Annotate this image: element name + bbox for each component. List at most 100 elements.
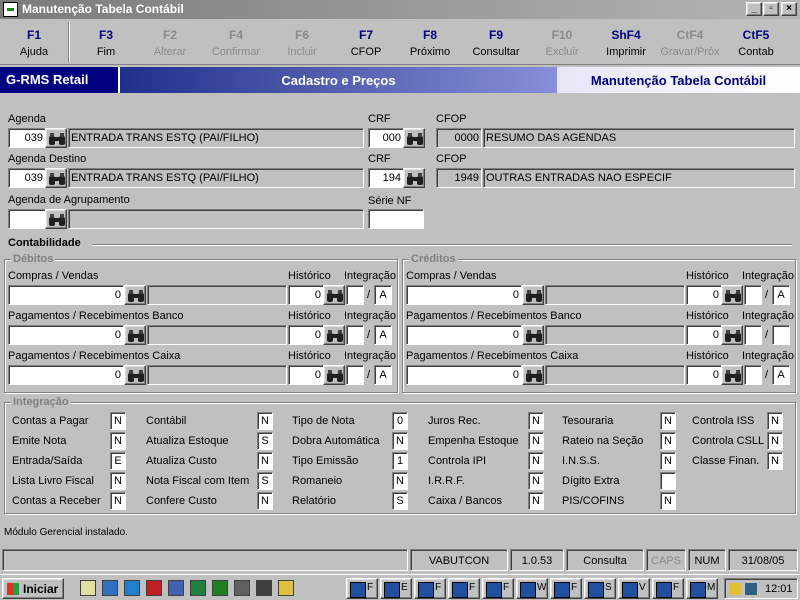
crf2-search-button[interactable] bbox=[403, 168, 425, 188]
debitos-integracao-field[interactable]: A bbox=[374, 285, 392, 305]
debitos-account-search-button[interactable] bbox=[124, 325, 146, 345]
package-icon[interactable] bbox=[168, 580, 184, 596]
integracao-item-field[interactable]: N bbox=[660, 412, 676, 430]
debitos-integracao-field[interactable]: A bbox=[374, 365, 392, 385]
search-icon[interactable] bbox=[102, 580, 118, 596]
folder-icon[interactable] bbox=[278, 580, 294, 596]
taskbar-window-button[interactable]: E bbox=[380, 578, 412, 599]
taskbar-window-button[interactable]: V bbox=[618, 578, 650, 599]
debitos-historico-search-button[interactable] bbox=[323, 285, 345, 305]
integracao-item-field[interactable]: N bbox=[392, 432, 408, 450]
integracao-item-field[interactable]: N bbox=[257, 492, 273, 510]
creditos-historico-field[interactable]: 0 bbox=[686, 325, 722, 345]
fkey-f6-button[interactable]: F6 Incluir bbox=[268, 20, 336, 64]
creditos-integracao-blank[interactable] bbox=[744, 365, 762, 385]
desktop-icon[interactable] bbox=[80, 580, 96, 596]
integracao-item-field[interactable]: N bbox=[392, 472, 408, 490]
app-icon[interactable] bbox=[212, 580, 228, 596]
integracao-item-field[interactable]: 1 bbox=[392, 452, 408, 470]
fkey-f9-button[interactable]: F9 Consultar bbox=[462, 20, 530, 64]
debitos-historico-field[interactable]: 0 bbox=[288, 325, 324, 345]
integracao-item-field[interactable]: N bbox=[110, 492, 126, 510]
debitos-integracao-blank[interactable] bbox=[346, 325, 364, 345]
creditos-historico-field[interactable]: 0 bbox=[686, 285, 722, 305]
creditos-integracao-blank[interactable] bbox=[744, 325, 762, 345]
crf2-field[interactable]: 194 bbox=[368, 168, 404, 188]
agenda-agrup-code-field[interactable] bbox=[8, 209, 46, 229]
debitos-historico-search-button[interactable] bbox=[323, 365, 345, 385]
taskbar-window-button[interactable]: F bbox=[652, 578, 684, 599]
agenda-agrup-search-button[interactable] bbox=[45, 209, 67, 229]
integracao-item-field[interactable]: N bbox=[528, 492, 544, 510]
integracao-item-field[interactable]: N bbox=[660, 492, 676, 510]
integracao-item-field[interactable]: N bbox=[257, 412, 273, 430]
fkey-ctf4-button[interactable]: CtF4 Gravar/Próx bbox=[656, 20, 724, 64]
integracao-item-field[interactable]: N bbox=[767, 432, 783, 450]
debitos-historico-field[interactable]: 0 bbox=[288, 365, 324, 385]
integracao-item-field[interactable]: 0 bbox=[392, 412, 408, 430]
integracao-item-field[interactable]: N bbox=[110, 412, 126, 430]
fkey-ctf5-button[interactable]: CtF5 Contab bbox=[722, 20, 790, 64]
creditos-integracao-field[interactable]: A bbox=[772, 285, 790, 305]
debitos-integracao-blank[interactable] bbox=[346, 365, 364, 385]
creditos-account-search-button[interactable] bbox=[522, 365, 544, 385]
start-button[interactable]: Iniciar bbox=[2, 578, 64, 599]
integracao-item-field[interactable]: S bbox=[257, 472, 273, 490]
taskbar-window-button[interactable]: F bbox=[346, 578, 378, 599]
integracao-item-field[interactable]: N bbox=[528, 432, 544, 450]
debitos-historico-search-button[interactable] bbox=[323, 325, 345, 345]
excel-icon[interactable] bbox=[190, 580, 206, 596]
creditos-historico-search-button[interactable] bbox=[721, 365, 743, 385]
creditos-account-field[interactable]: 0 bbox=[406, 285, 522, 305]
fkey-f8-button[interactable]: F8 Próximo bbox=[396, 20, 464, 64]
integracao-item-field[interactable]: N bbox=[110, 432, 126, 450]
creditos-account-field[interactable]: 0 bbox=[406, 325, 522, 345]
debitos-integracao-blank[interactable] bbox=[346, 285, 364, 305]
fkey-f4-button[interactable]: F4 Confirmar bbox=[202, 20, 270, 64]
integracao-item-field[interactable]: S bbox=[257, 432, 273, 450]
taskbar-window-button[interactable]: M bbox=[686, 578, 718, 599]
integracao-item-field[interactable]: N bbox=[660, 432, 676, 450]
integracao-item-field[interactable]: N bbox=[767, 452, 783, 470]
cfop2-code-field[interactable]: 1949 bbox=[436, 168, 482, 188]
creditos-integracao-field[interactable]: A bbox=[772, 365, 790, 385]
creditos-integracao-field[interactable] bbox=[772, 325, 790, 345]
creditos-historico-search-button[interactable] bbox=[721, 285, 743, 305]
debitos-historico-field[interactable]: 0 bbox=[288, 285, 324, 305]
agenda-search-button[interactable] bbox=[45, 128, 67, 148]
serie-nf-field[interactable] bbox=[368, 209, 424, 229]
fkey-f2-button[interactable]: F2 Alterar bbox=[136, 20, 204, 64]
agenda-destino-search-button[interactable] bbox=[45, 168, 67, 188]
integracao-item-field[interactable]: N bbox=[767, 412, 783, 430]
creditos-account-search-button[interactable] bbox=[522, 285, 544, 305]
integracao-item-field[interactable]: S bbox=[392, 492, 408, 510]
integracao-item-field[interactable]: N bbox=[660, 452, 676, 470]
agenda-code-field[interactable]: 039 bbox=[8, 128, 46, 148]
creditos-account-field[interactable]: 0 bbox=[406, 365, 522, 385]
cfop1-code-field[interactable]: 0000 bbox=[436, 128, 482, 148]
crf1-field[interactable]: 000 bbox=[368, 128, 404, 148]
crf1-search-button[interactable] bbox=[403, 128, 425, 148]
integracao-item-field[interactable]: N bbox=[528, 452, 544, 470]
integracao-item-field[interactable] bbox=[660, 472, 676, 490]
integracao-item-field[interactable]: N bbox=[528, 472, 544, 490]
terminal-icon[interactable] bbox=[256, 580, 272, 596]
fkey-f3-button[interactable]: F3 Fim bbox=[72, 20, 140, 64]
taskbar-window-button[interactable]: F bbox=[414, 578, 446, 599]
maximize-button[interactable]: ▫ bbox=[763, 2, 779, 16]
debitos-account-search-button[interactable] bbox=[124, 365, 146, 385]
taskbar-window-button[interactable]: F bbox=[550, 578, 582, 599]
close-button[interactable]: × bbox=[781, 2, 797, 16]
integracao-item-field[interactable]: N bbox=[528, 412, 544, 430]
taskbar-window-button[interactable]: W bbox=[516, 578, 548, 599]
debitos-integracao-field[interactable]: A bbox=[374, 325, 392, 345]
fkey-f1-button[interactable]: F1 Ajuda bbox=[0, 20, 68, 64]
browser-icon[interactable] bbox=[124, 580, 140, 596]
creditos-integracao-blank[interactable] bbox=[744, 285, 762, 305]
fkey-f7-button[interactable]: F7 CFOP bbox=[332, 20, 400, 64]
minimize-button[interactable]: _ bbox=[746, 2, 762, 16]
fkey-shf4-button[interactable]: ShF4 Imprimir bbox=[592, 20, 660, 64]
fkey-f10-button[interactable]: F10 Excluir bbox=[528, 20, 596, 64]
integracao-item-field[interactable]: N bbox=[257, 452, 273, 470]
agenda-destino-code-field[interactable]: 039 bbox=[8, 168, 46, 188]
